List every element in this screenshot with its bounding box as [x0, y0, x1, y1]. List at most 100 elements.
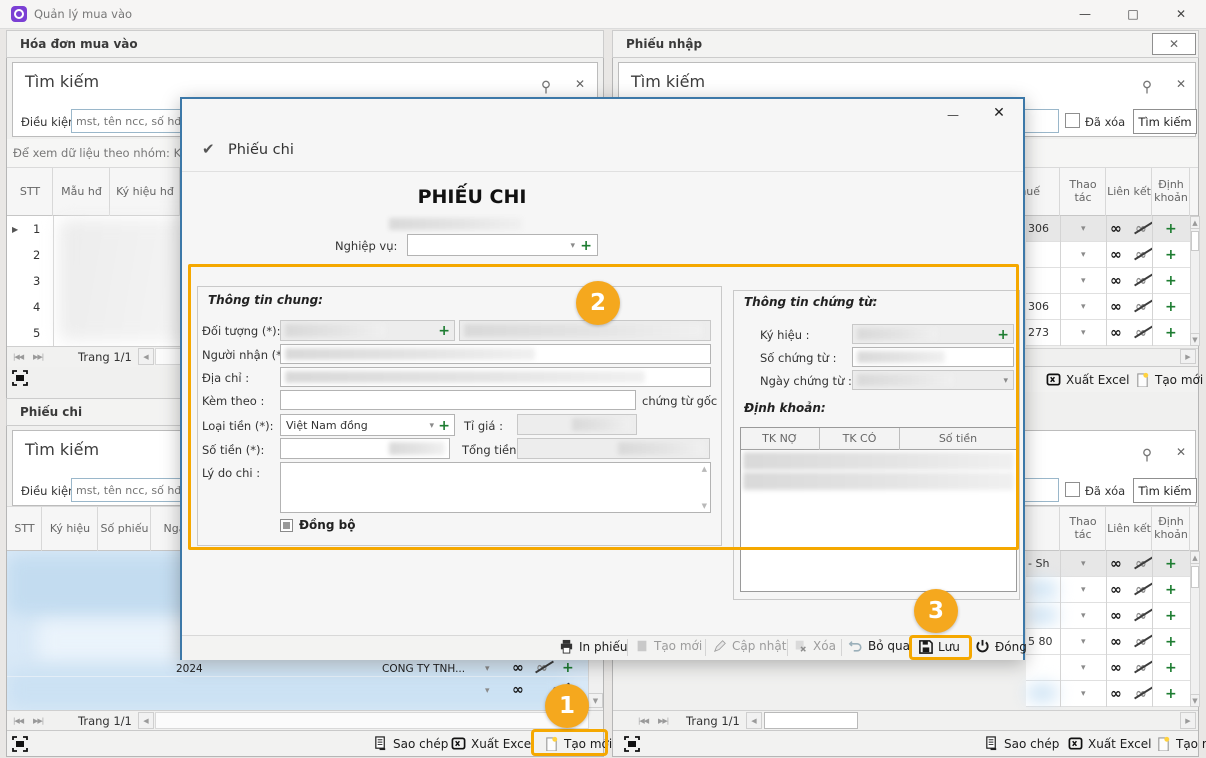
column-header-thao-tac[interactable]: Thao tác [1061, 168, 1106, 216]
link-icon[interactable]: ∞ [1110, 326, 1122, 340]
pin-icon[interactable] [1142, 80, 1152, 94]
column-header-lien-ket[interactable]: Liên kết [1107, 168, 1152, 216]
unlink-icon[interactable]: ∞ [1135, 608, 1147, 624]
link-icon[interactable]: ∞ [512, 661, 524, 675]
row-number[interactable]: 5 [33, 326, 40, 340]
unlink-icon[interactable]: ∞ [1135, 556, 1147, 572]
unlink-icon[interactable]: ∞ [1135, 582, 1147, 598]
row-actions-dropdown[interactable]: ▾ [1081, 586, 1086, 595]
unlink-icon[interactable]: ∞ [1135, 299, 1147, 315]
column-header-dinh-khoan[interactable]: Định khoản [1153, 168, 1190, 216]
scroll-down-icon[interactable]: ▼ [1190, 694, 1200, 707]
column-header-ky-hieu-hd[interactable]: Ký hiệu hđ [111, 168, 180, 216]
maximize-button[interactable]: □ [1119, 5, 1147, 23]
row-actions-dropdown[interactable]: ▾ [1081, 303, 1086, 312]
table-row[interactable]: ▾ ∞ ∞ + [1026, 242, 1190, 268]
row-actions-dropdown[interactable]: ▾ [1081, 225, 1086, 234]
scroll-left-icon[interactable]: ◀ [138, 348, 154, 365]
first-page-icon[interactable]: |◀◀ [13, 353, 24, 361]
link-icon[interactable]: ∞ [1110, 661, 1122, 675]
add-entry-icon[interactable]: + [1165, 635, 1177, 649]
scroll-up-icon[interactable]: ▲ [1190, 551, 1200, 564]
row-number[interactable]: 1 [33, 222, 40, 236]
dialog-close-action-button[interactable]: Đóng [975, 639, 1027, 654]
unlink-icon[interactable]: ∞ [1135, 660, 1147, 676]
row-actions-dropdown[interactable]: ▾ [1081, 664, 1086, 673]
row-actions-dropdown[interactable]: ▾ [1081, 560, 1086, 569]
unlink-icon[interactable]: ∞ [1135, 247, 1147, 263]
panel-close-button[interactable]: ✕ [1152, 33, 1196, 55]
link-icon[interactable]: ∞ [1110, 557, 1122, 571]
add-entry-icon[interactable]: + [1165, 583, 1177, 597]
unlink-icon[interactable]: ∞ [1135, 273, 1147, 289]
column-header-so-phieu[interactable]: Số phiếu [99, 507, 151, 551]
link-icon[interactable]: ∞ [1110, 222, 1122, 236]
create-new-button[interactable]: Tạo mới [1135, 372, 1203, 387]
row-actions-dropdown[interactable]: ▾ [1081, 329, 1086, 338]
link-icon[interactable]: ∞ [512, 683, 524, 697]
expand-view-icon[interactable] [12, 370, 28, 386]
expand-view-icon[interactable] [12, 736, 28, 752]
close-icon[interactable]: ✕ [575, 77, 585, 91]
row-number[interactable]: 4 [33, 300, 40, 314]
minimize-button[interactable]: — [1071, 5, 1099, 23]
column-header-dinh-khoan[interactable]: Định khoản [1153, 507, 1190, 551]
add-entry-icon[interactable]: + [1165, 557, 1177, 571]
search-button[interactable]: Tìm kiếm [1133, 109, 1197, 134]
export-excel-button[interactable]: Xuất Excel [1068, 736, 1152, 751]
add-entry-icon[interactable]: + [1165, 687, 1177, 701]
table-row[interactable]: ▾ ∞ ∞ + [1026, 268, 1190, 294]
add-entry-icon[interactable]: + [1165, 222, 1177, 236]
pin-icon[interactable] [541, 80, 551, 94]
add-new-icon[interactable]: + [580, 239, 592, 253]
horizontal-scrollbar[interactable] [155, 712, 589, 729]
first-page-icon[interactable]: |◀◀ [13, 717, 24, 725]
link-icon[interactable]: ∞ [1110, 583, 1122, 597]
last-page-icon[interactable]: ▶▶| [33, 353, 44, 361]
last-page-icon[interactable]: ▶▶| [658, 717, 669, 725]
add-entry-icon[interactable]: + [1165, 248, 1177, 262]
row-number[interactable]: 2 [33, 248, 40, 262]
dialog-close-button[interactable]: ✕ [985, 104, 1013, 122]
table-row[interactable]: - Sh ▾ ∞ ∞ + [1026, 551, 1190, 577]
link-icon[interactable]: ∞ [1110, 687, 1122, 701]
business-operation-combobox[interactable]: ▾ + [407, 234, 598, 256]
scrollbar-thumb[interactable] [1191, 231, 1199, 251]
scroll-right-icon[interactable]: ▶ [1180, 349, 1196, 364]
table-row[interactable]: 5 80 ▾ ∞ ∞ + [1026, 629, 1190, 655]
close-icon[interactable]: ✕ [1176, 445, 1186, 459]
expand-view-icon[interactable] [624, 736, 640, 752]
table-row[interactable]: ▾ ∞ ∞ + [1026, 603, 1190, 629]
row-actions-dropdown[interactable]: ▾ [1081, 251, 1086, 260]
scroll-left-icon[interactable]: ◀ [138, 712, 154, 729]
skip-button[interactable]: Bỏ qua [848, 639, 910, 653]
add-entry-icon[interactable]: + [1165, 661, 1177, 675]
chevron-down-icon[interactable]: ▾ [570, 242, 575, 251]
create-new-button[interactable]: Tạo mới [1156, 736, 1206, 751]
close-button[interactable]: ✕ [1167, 5, 1195, 23]
row-number[interactable]: 3 [33, 274, 40, 288]
table-row[interactable]: 306 ▾ ∞ ∞ + [1026, 294, 1190, 320]
link-icon[interactable]: ∞ [1110, 300, 1122, 314]
link-icon[interactable]: ∞ [1110, 274, 1122, 288]
row-actions-dropdown[interactable]: ▾ [1081, 612, 1086, 621]
unlink-icon[interactable]: ∞ [1135, 634, 1147, 650]
link-icon[interactable]: ∞ [1110, 635, 1122, 649]
scroll-down-icon[interactable]: ▼ [588, 693, 603, 708]
link-icon[interactable]: ∞ [1110, 248, 1122, 262]
add-entry-icon[interactable]: + [1165, 300, 1177, 314]
last-page-icon[interactable]: ▶▶| [33, 717, 44, 725]
scroll-up-icon[interactable]: ▲ [1190, 216, 1200, 229]
row-actions-dropdown[interactable]: ▾ [1081, 690, 1086, 699]
add-entry-icon[interactable]: + [562, 661, 574, 675]
column-header-thao-tac[interactable]: Thao tác [1061, 507, 1106, 551]
unlink-icon[interactable]: ∞ [1135, 686, 1147, 702]
scrollbar-thumb[interactable] [764, 712, 858, 729]
print-button[interactable]: In phiếu [559, 639, 628, 654]
deleted-checkbox[interactable] [1065, 113, 1080, 128]
table-row[interactable]: ▾ ∞ ∞ + [1026, 577, 1190, 603]
search-button[interactable]: Tìm kiếm [1133, 478, 1197, 503]
column-header-lien-ket[interactable]: Liên kết [1107, 507, 1152, 551]
pin-icon[interactable] [1142, 448, 1152, 462]
export-excel-button[interactable]: Xuất Excel [451, 736, 535, 751]
